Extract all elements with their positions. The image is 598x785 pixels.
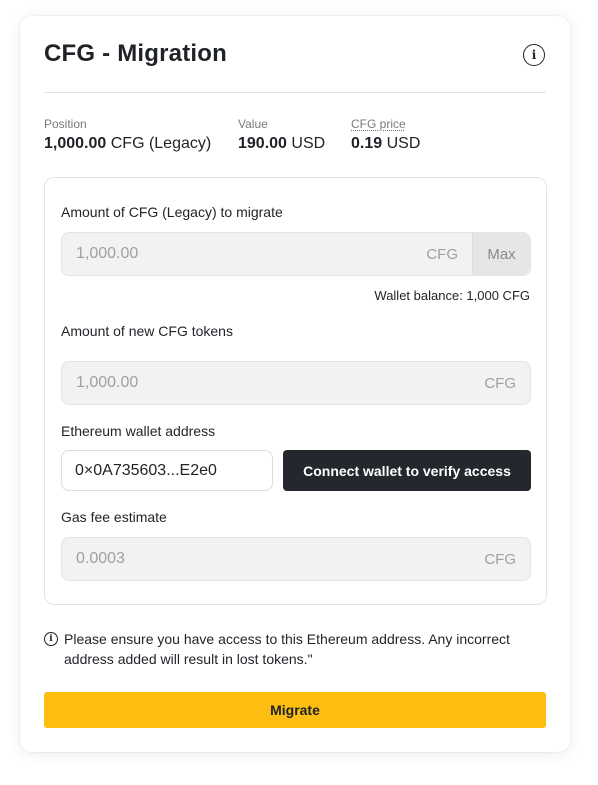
stat-value: Value 190.00 USD <box>238 117 325 153</box>
legacy-amount-unit: CFG <box>426 246 458 263</box>
address-warning-text: Please ensure you have access to this Et… <box>64 631 510 667</box>
new-amount-input: 1,000.00 CFG <box>61 361 531 405</box>
stat-price: CFG price 0.19 USD <box>351 117 420 153</box>
legacy-amount-label: Amount of CFG (Legacy) to migrate <box>61 204 283 220</box>
legacy-amount-input[interactable]: 1,000.00 CFG Max <box>61 232 531 276</box>
migration-form-panel: Amount of CFG (Legacy) to migrate 1,000.… <box>44 177 547 605</box>
stat-position-value: 1,000.00 CFG (Legacy) <box>44 135 212 152</box>
info-icon[interactable]: i <box>523 44 545 66</box>
new-amount-unit: CFG <box>484 375 516 392</box>
max-button[interactable]: Max <box>472 233 530 275</box>
migrate-button[interactable]: Migrate <box>44 692 546 728</box>
new-amount-value: 1,000.00 <box>76 374 139 391</box>
legacy-amount-value: 1,000.00 <box>76 245 139 262</box>
header-divider <box>44 92 546 93</box>
info-icon: i <box>44 632 58 646</box>
connect-wallet-button[interactable]: Connect wallet to verify access <box>283 450 531 491</box>
eth-address-label: Ethereum wallet address <box>61 423 216 439</box>
stat-value-label: Value <box>238 117 268 131</box>
wallet-balance: Wallet balance: 1,000 CFG <box>374 288 530 303</box>
gas-fee-value: 0.0003 <box>76 550 125 567</box>
eth-address-input[interactable] <box>61 450 273 491</box>
address-warning: i Please ensure you have access to this … <box>44 629 554 669</box>
stat-value-amount: 190.00 USD <box>238 135 326 152</box>
gas-fee-input: 0.0003 CFG <box>61 537 531 581</box>
stat-position: Position 1,000.00 CFG (Legacy) <box>44 117 211 153</box>
stat-price-amount: 0.19 USD <box>351 135 421 152</box>
stat-position-label: Position <box>44 117 87 131</box>
new-amount-label: Amount of new CFG tokens <box>61 323 233 339</box>
page-title: CFG - Migration <box>44 40 227 67</box>
gas-fee-unit: CFG <box>484 551 516 568</box>
migration-card: CFG - Migration i Position 1,000.00 CFG … <box>20 16 570 752</box>
stat-price-label[interactable]: CFG price <box>351 117 420 131</box>
gas-fee-label: Gas fee estimate <box>61 509 167 525</box>
